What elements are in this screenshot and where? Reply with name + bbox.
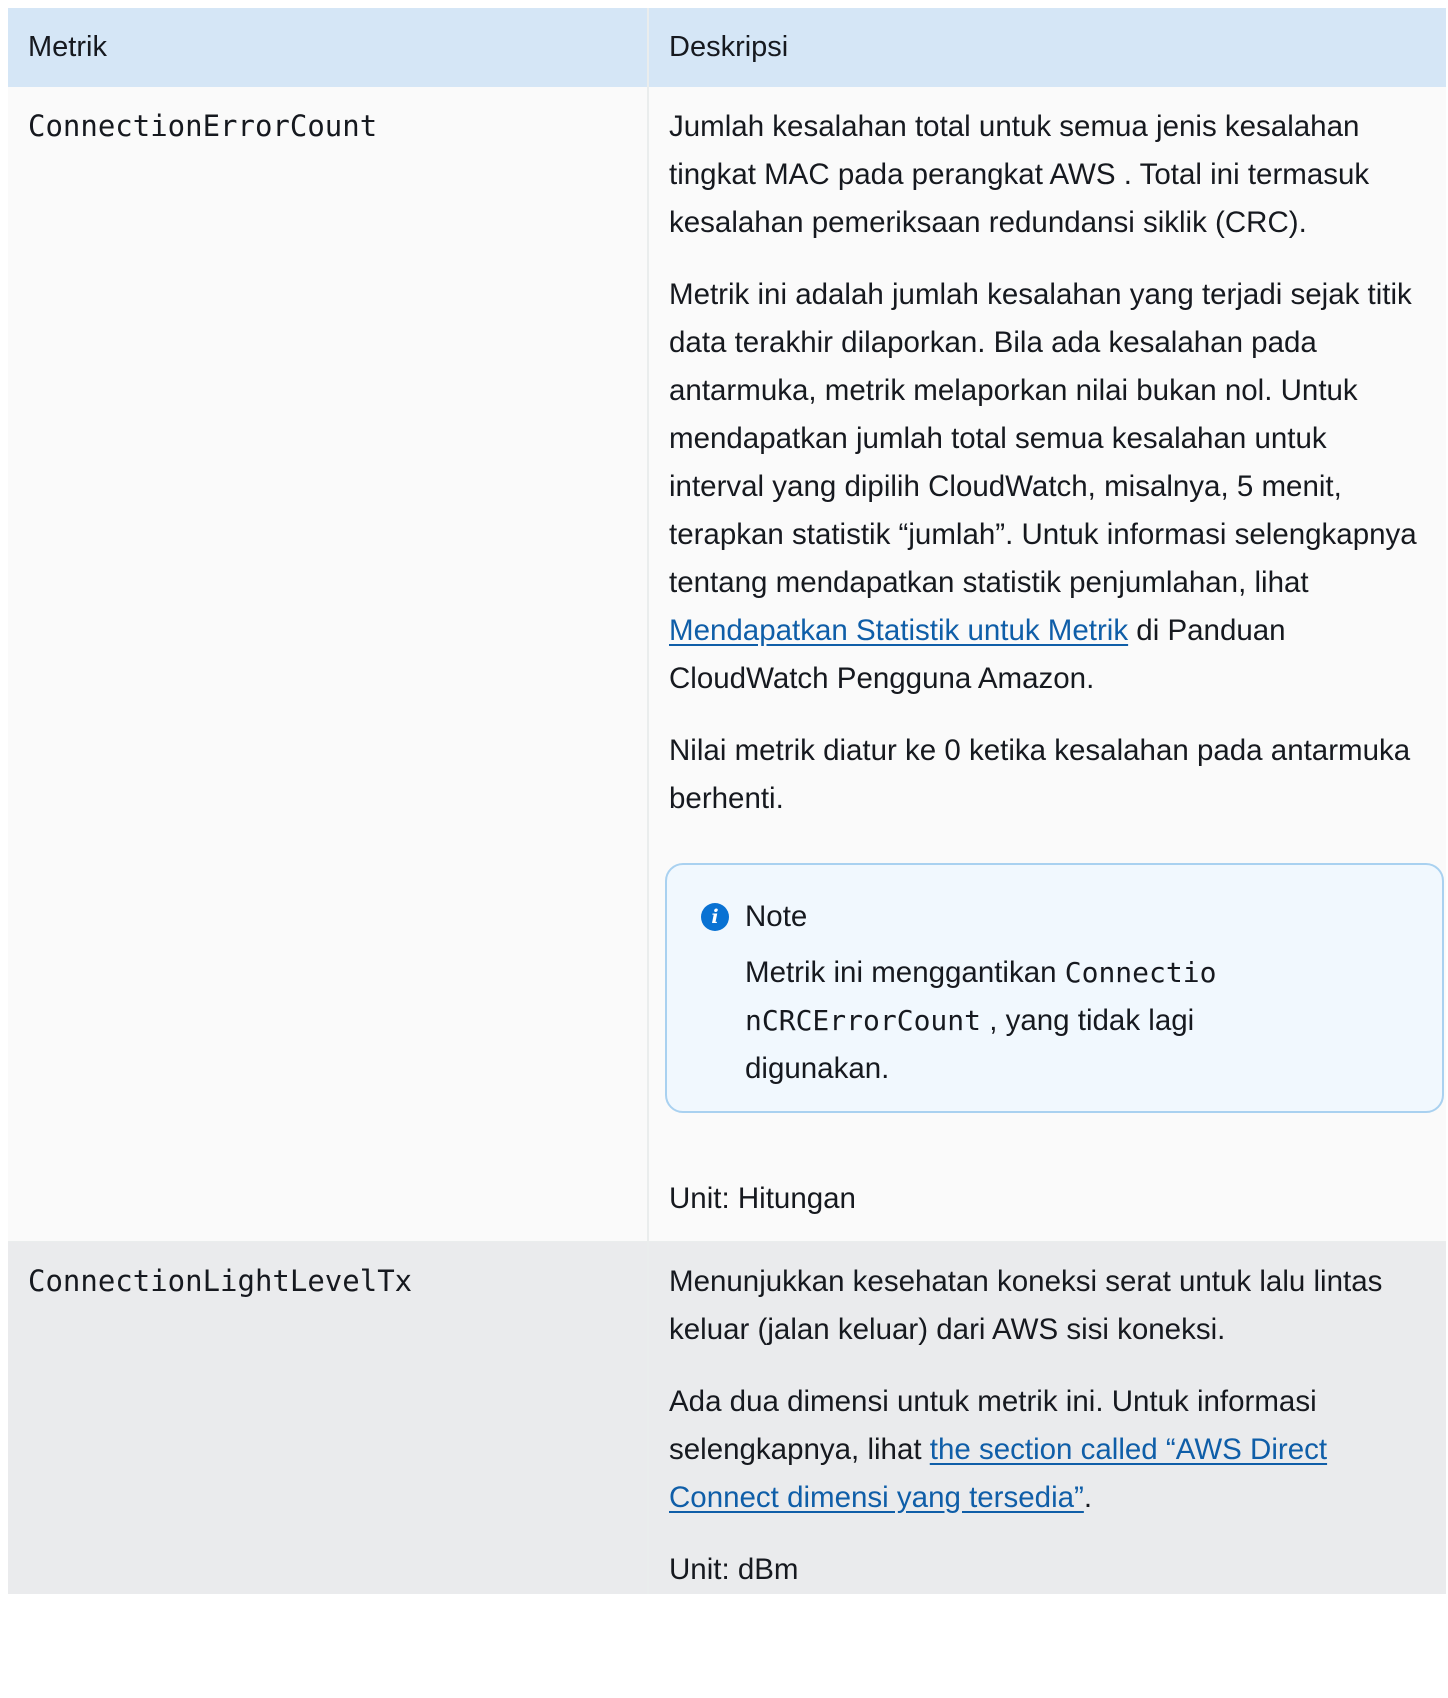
table-row: ConnectionErrorCount Jumlah kesalahan to…	[8, 87, 1446, 1242]
metrics-table-container: Metrik Deskripsi ConnectionErrorCount Ju…	[8, 8, 1446, 1594]
column-header-description: Deskripsi	[648, 8, 1446, 87]
description-paragraph: Metrik ini adalah jumlah kesalahan yang …	[669, 271, 1420, 703]
metrics-table: Metrik Deskripsi ConnectionErrorCount Ju…	[8, 8, 1446, 1594]
note-header: i Note	[697, 895, 1412, 939]
metric-name: ConnectionLightLevelTx	[8, 1241, 649, 1594]
metric-description: Jumlah kesalahan total untuk semua jenis…	[648, 87, 1446, 1242]
note-body: Metrik ini menggantikan Connectio nCRCErr…	[745, 949, 1255, 1093]
table-header-row: Metrik Deskripsi	[8, 8, 1446, 87]
description-paragraph: Menunjukkan kesehatan koneksi serat untu…	[669, 1265, 1383, 1346]
paragraph-text: .	[1083, 1481, 1093, 1514]
statistics-link[interactable]: Mendapatkan Statistik untuk Metrik	[669, 614, 1128, 647]
description-paragraph: Ada dua dimensi untuk metrik ini. Untuk …	[669, 1378, 1420, 1522]
description-paragraph: Jumlah kesalahan total untuk semua jenis…	[669, 110, 1370, 239]
unit-text: Unit: Hitungan	[669, 1182, 856, 1215]
description-paragraph: Nilai metrik diatur ke 0 ketika kesalaha…	[669, 734, 1411, 815]
table-row: ConnectionLightLevelTx Menunjukkan keseh…	[8, 1241, 1446, 1594]
metric-name: ConnectionErrorCount	[8, 87, 649, 1242]
unit-text: Unit: dBm	[669, 1553, 799, 1586]
column-header-metric: Metrik	[8, 8, 649, 87]
info-icon: i	[701, 903, 729, 931]
metric-description: Menunjukkan kesehatan koneksi serat untu…	[648, 1241, 1446, 1594]
paragraph-text: Metrik ini adalah jumlah kesalahan yang …	[669, 278, 1417, 599]
note-callout: i Note Metrik ini menggantikan Connectio…	[665, 863, 1444, 1113]
note-title: Note	[745, 900, 808, 933]
note-text: Metrik ini menggantikan	[745, 956, 1065, 989]
